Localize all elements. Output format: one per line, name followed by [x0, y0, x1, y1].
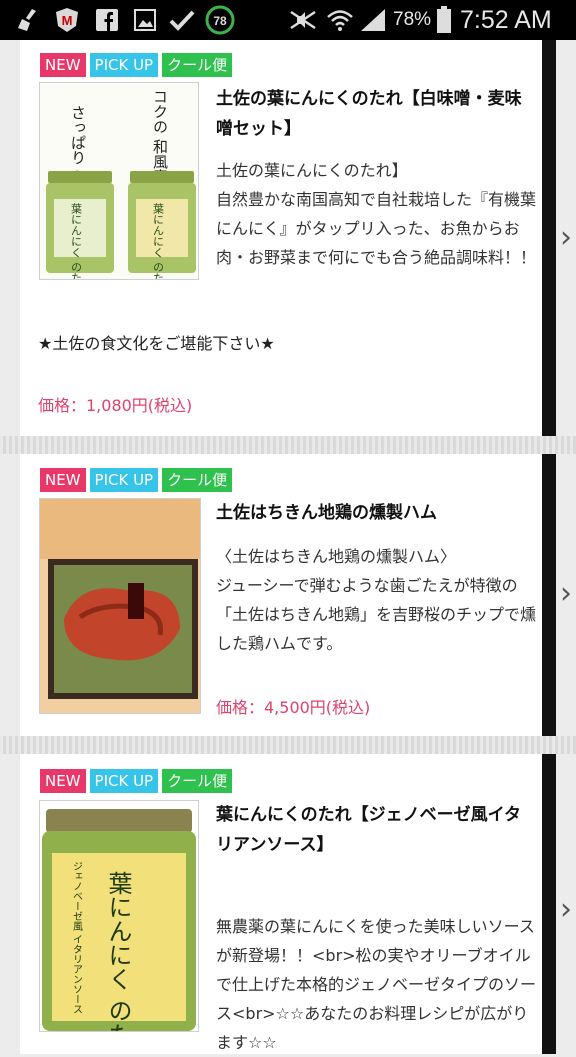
badge-row: NEW PICK UP クール便	[40, 53, 233, 77]
card-edge	[542, 754, 556, 1054]
broom-icon	[16, 6, 42, 34]
pickup-badge: PICK UP	[89, 53, 159, 77]
signal-icon	[358, 6, 388, 34]
product-title[interactable]: 葉にんにくのたれ【ジェノベーゼ風イタリアンソース】	[216, 800, 536, 860]
gallery-icon	[132, 6, 158, 34]
wifi-icon	[326, 6, 354, 34]
product-description: 土佐の葉にんにくのたれ】 自然豊かな南国高知で自社栽培した『有機葉にんにく』がタ…	[216, 161, 537, 267]
product-title[interactable]: 土佐の葉にんにくのたれ【白味噌・麦味噌セット】	[216, 84, 536, 144]
product-image[interactable]: さっぱり 和風白味噌 コクの 和風麦味噌 葉にんにく のたれ 葉にんにく のたれ	[39, 82, 199, 280]
product-image[interactable]: 葉にんにく のたれ ジェノベーゼ風 イタリアンソース	[39, 800, 199, 1032]
new-badge: NEW	[40, 468, 86, 492]
app-letter: M	[62, 13, 73, 28]
divider	[0, 736, 576, 754]
battery-icon	[434, 6, 454, 34]
chevron-right-icon[interactable]: ›	[556, 574, 576, 614]
pickup-badge: PICK UP	[89, 468, 159, 492]
circle-78-icon: 78	[204, 5, 236, 35]
product-image[interactable]	[39, 498, 201, 714]
mute-icon	[286, 6, 320, 34]
chevron-right-icon[interactable]: ›	[556, 890, 576, 930]
jar-label-left: 葉にんにく のたれ	[70, 202, 83, 279]
cool-delivery-badge: クール便	[162, 769, 233, 793]
product-card[interactable]: NEW PICK UP クール便 土佐はちきん地鶏の燻製ハム 〈土佐はちきん地鶏…	[20, 454, 542, 736]
product-card[interactable]: NEW PICK UP クール便 さっぱり 和風白味噌 コクの 和風麦味噌 葉に…	[20, 40, 542, 436]
product-description: 無農薬の葉にんにくを使った美味しいソースが新登場！！<br>松の実やオリーブオイ…	[216, 917, 537, 1052]
cool-delivery-badge: クール便	[162, 53, 233, 77]
status-bar: M 78 78% 7:52 AM	[0, 0, 576, 40]
product-card[interactable]: NEW PICK UP クール便 葉にんにく のたれ ジェノベーゼ風 イタリアン…	[20, 754, 542, 1054]
divider	[0, 436, 576, 454]
battery-percent: 78%	[393, 9, 432, 30]
badge-number: 78	[213, 14, 227, 28]
jar-label-right: 葉にんにく のたれ	[152, 202, 165, 279]
jar-label-main: 葉にんにく のたれ	[104, 871, 132, 1031]
product-note: ★土佐の食文化をご堪能下さい★	[38, 334, 275, 353]
product-description: 〈土佐はちきん地鶏の燻製ハム〉 ジューシーで弾むような歯ごたえが特徴の「土佐はち…	[216, 547, 537, 653]
jar-label-side: ジェノベーゼ風 イタリアンソース	[71, 861, 83, 1014]
chevron-right-icon[interactable]: ›	[556, 218, 576, 258]
clock: 7:52 AM	[460, 6, 552, 34]
badge-row: NEW PICK UP クール便	[40, 769, 233, 793]
product-list: NEW PICK UP クール便 さっぱり 和風白味噌 コクの 和風麦味噌 葉に…	[0, 40, 576, 1054]
badge-row: NEW PICK UP クール便	[40, 468, 233, 492]
card-edge	[542, 454, 556, 736]
new-badge: NEW	[40, 769, 86, 793]
cool-delivery-badge: クール便	[162, 468, 233, 492]
product-price: 価格：1,080円(税込)	[38, 396, 193, 415]
product-title[interactable]: 土佐はちきん地鶏の燻製ハム	[216, 498, 536, 528]
pickup-badge: PICK UP	[89, 769, 159, 793]
new-badge: NEW	[40, 53, 86, 77]
product-price: 価格：4,500円(税込)	[216, 698, 371, 717]
shield-icon: M	[52, 6, 82, 34]
facebook-icon	[94, 6, 120, 34]
card-edge	[542, 40, 556, 436]
check-icon	[168, 6, 196, 34]
